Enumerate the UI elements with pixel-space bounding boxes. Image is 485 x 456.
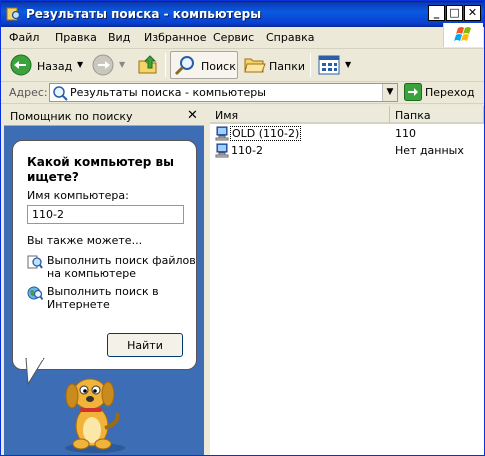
balloon-tail	[25, 358, 45, 386]
pane-close-icon[interactable]: ✕	[187, 108, 198, 123]
search-files-icon	[27, 255, 43, 269]
menu-view[interactable]: Вид	[108, 31, 130, 44]
minimize-button[interactable]: _	[428, 5, 445, 21]
result-folder: 110	[395, 127, 416, 140]
search-internet-option[interactable]: Выполнить поиск в Интернете	[27, 285, 192, 315]
back-arrow-icon	[10, 54, 32, 76]
computer-icon	[215, 126, 229, 141]
search-files-label: Выполнить поиск файлов на компьютере	[47, 254, 196, 280]
title-bar[interactable]: Результаты поиска - компьютеры _ □ ✕	[1, 1, 484, 27]
column-header-folder[interactable]: Папка	[390, 106, 484, 124]
menu-favorites[interactable]: Избранное	[144, 31, 206, 44]
go-button[interactable]: Переход	[403, 83, 483, 102]
menu-edit[interactable]: Правка	[55, 31, 97, 44]
go-label: Переход	[425, 86, 475, 99]
close-button[interactable]: ✕	[464, 5, 481, 21]
address-value: Результаты поиска - компьютеры	[70, 86, 266, 99]
views-dropdown-icon[interactable]: ▼	[345, 60, 351, 69]
result-name: OLD (110-2)	[230, 126, 302, 141]
computer-icon	[215, 143, 229, 158]
go-arrow-icon	[404, 83, 422, 101]
result-folder: Нет данных	[395, 144, 464, 157]
back-label: Назад	[37, 60, 73, 73]
folders-button[interactable]: Папки	[242, 51, 306, 79]
search-results-icon	[6, 7, 22, 21]
forward-button[interactable]: ▼	[89, 51, 129, 79]
views-button[interactable]: ▼	[315, 51, 355, 79]
search-dog-icon	[65, 378, 125, 453]
toolbar-separator	[310, 53, 311, 77]
pane-header: Помощник по поиску ✕	[4, 106, 204, 126]
also-label: Вы также можете...	[27, 234, 143, 247]
computer-name-label: Имя компьютера:	[27, 189, 129, 202]
result-name: 110-2	[231, 144, 263, 157]
up-folder-button[interactable]	[135, 51, 161, 79]
folders-label: Папки	[269, 60, 305, 73]
windows-logo	[443, 23, 483, 47]
search-question: Какой компьютер вы ищете?	[27, 155, 174, 184]
pane-title: Помощник по поиску	[10, 110, 133, 123]
forward-arrow-icon	[92, 54, 114, 76]
results-list: Имя Папка OLD (110-2) 110 110-2 Нет данн…	[210, 106, 484, 455]
maximize-button[interactable]: □	[446, 5, 463, 21]
address-label: Адрес:	[9, 86, 48, 99]
folders-icon	[244, 58, 266, 73]
back-button[interactable]: Назад ▼	[7, 51, 83, 79]
address-dropdown-button[interactable]: ▼	[382, 84, 397, 101]
address-field[interactable]: Результаты поиска - компьютеры ▼	[49, 83, 398, 102]
result-row[interactable]: OLD (110-2) 110	[210, 126, 484, 142]
search-internet-icon	[27, 286, 43, 301]
menu-file[interactable]: Файл	[9, 31, 39, 44]
search-button[interactable]: Поиск	[170, 51, 238, 79]
back-dropdown-icon[interactable]: ▼	[77, 60, 83, 69]
address-bar: Адрес: Результаты поиска - компьютеры ▼ …	[1, 82, 484, 104]
result-row[interactable]: 110-2 Нет данных	[210, 143, 484, 159]
search-internet-label: Выполнить поиск в Интернете	[47, 285, 159, 311]
search-icon	[174, 56, 194, 76]
toolbar: Назад ▼ ▼ Поиск Папки ▼	[1, 49, 484, 82]
menu-bar: Файл Правка Вид Избранное Сервис Справка	[1, 23, 484, 49]
computer-name-input[interactable]	[27, 205, 184, 224]
up-folder-icon	[138, 55, 157, 74]
search-companion-pane: Помощник по поиску ✕ Какой компьютер вы …	[4, 106, 204, 455]
menu-tools[interactable]: Сервис	[213, 31, 254, 44]
menu-help[interactable]: Справка	[266, 31, 314, 44]
toolbar-separator	[165, 53, 166, 77]
explorer-window: Результаты поиска - компьютеры _ □ ✕ Фай…	[0, 0, 485, 456]
search-results-icon	[53, 86, 68, 101]
forward-dropdown-icon[interactable]: ▼	[119, 60, 125, 69]
window-title: Результаты поиска - компьютеры	[26, 7, 262, 21]
windows-flag-icon	[454, 27, 471, 41]
search-label: Поиск	[201, 60, 236, 73]
find-button[interactable]: Найти	[107, 333, 183, 357]
column-header-name[interactable]: Имя	[210, 106, 390, 124]
search-balloon: Какой компьютер вы ищете? Имя компьютера…	[12, 140, 197, 370]
views-icon	[318, 55, 340, 75]
search-files-option[interactable]: Выполнить поиск файлов на компьютере	[27, 254, 196, 284]
